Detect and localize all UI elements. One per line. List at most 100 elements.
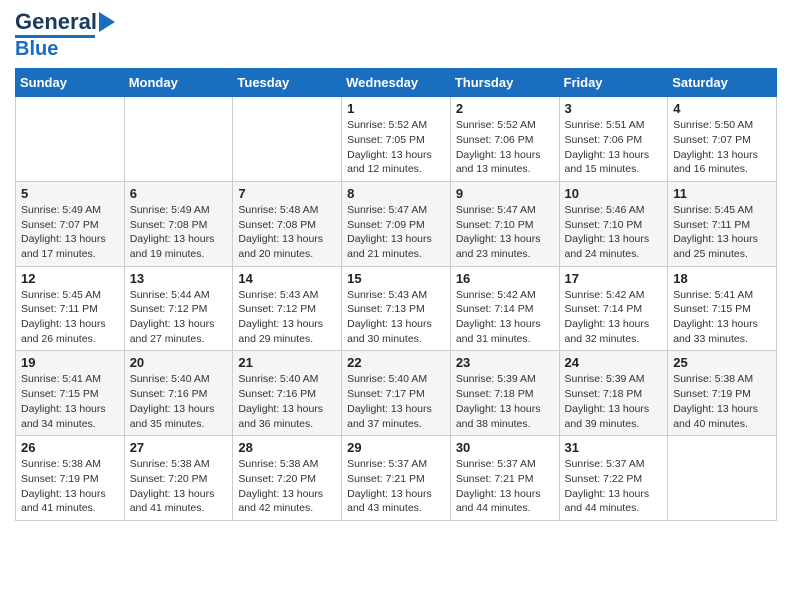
day-number: 14 <box>238 271 336 286</box>
day-info: Sunrise: 5:39 AM Sunset: 7:18 PM Dayligh… <box>456 372 554 431</box>
calendar-cell: 22 Sunrise: 5:40 AM Sunset: 7:17 PM Dayli… <box>342 351 451 436</box>
calendar-cell: 3Sunrise: 5:51 AM Sunset: 7:06 PM Daylig… <box>559 97 668 182</box>
day-number: 22 <box>347 355 445 370</box>
day-number: 6 <box>130 186 228 201</box>
calendar-cell <box>16 97 125 182</box>
day-info: Sunrise: 5:40 AM Sunset: 7:16 PM Dayligh… <box>238 372 336 431</box>
day-info: Sunrise: 5:38 AM Sunset: 7:20 PM Dayligh… <box>130 457 228 516</box>
day-info: Sunrise: 5:38 AM Sunset: 7:19 PM Dayligh… <box>21 457 119 516</box>
day-number: 18 <box>673 271 771 286</box>
day-info: Sunrise: 5:44 AM Sunset: 7:12 PM Dayligh… <box>130 288 228 347</box>
day-info: Sunrise: 5:40 AM Sunset: 7:16 PM Dayligh… <box>130 372 228 431</box>
calendar-cell: 28 Sunrise: 5:38 AM Sunset: 7:20 PM Dayli… <box>233 436 342 521</box>
weekday-header-monday: Monday <box>124 69 233 97</box>
day-info: Sunrise: 5:37 AM Sunset: 7:21 PM Dayligh… <box>347 457 445 516</box>
day-number: 24 <box>565 355 663 370</box>
day-number: 5 <box>21 186 119 201</box>
calendar-cell: 29 Sunrise: 5:37 AM Sunset: 7:21 PM Dayli… <box>342 436 451 521</box>
day-number: 21 <box>238 355 336 370</box>
calendar-cell: 27 Sunrise: 5:38 AM Sunset: 7:20 PM Dayli… <box>124 436 233 521</box>
calendar-cell <box>668 436 777 521</box>
day-number: 16 <box>456 271 554 286</box>
calendar-cell: 18 Sunrise: 5:41 AM Sunset: 7:15 PM Dayli… <box>668 266 777 351</box>
calendar-week-row: 1Sunrise: 5:52 AM Sunset: 7:05 PM Daylig… <box>16 97 777 182</box>
day-number: 4 <box>673 101 771 116</box>
calendar-week-row: 12Sunrise: 5:45 AM Sunset: 7:11 PM Dayli… <box>16 266 777 351</box>
day-number: 11 <box>673 186 771 201</box>
day-number: 3 <box>565 101 663 116</box>
calendar-cell: 23 Sunrise: 5:39 AM Sunset: 7:18 PM Dayli… <box>450 351 559 436</box>
calendar-cell: 15Sunrise: 5:43 AM Sunset: 7:13 PM Dayli… <box>342 266 451 351</box>
day-number: 13 <box>130 271 228 286</box>
day-info: Sunrise: 5:39 AM Sunset: 7:18 PM Dayligh… <box>565 372 663 431</box>
day-info: Sunrise: 5:46 AM Sunset: 7:10 PM Dayligh… <box>565 203 663 262</box>
calendar-week-row: 19 Sunrise: 5:41 AM Sunset: 7:15 PM Dayli… <box>16 351 777 436</box>
calendar-cell: 6 Sunrise: 5:49 AM Sunset: 7:08 PM Daylig… <box>124 181 233 266</box>
calendar-cell: 24 Sunrise: 5:39 AM Sunset: 7:18 PM Dayli… <box>559 351 668 436</box>
day-number: 10 <box>565 186 663 201</box>
day-info: Sunrise: 5:38 AM Sunset: 7:20 PM Dayligh… <box>238 457 336 516</box>
calendar-cell: 16 Sunrise: 5:42 AM Sunset: 7:14 PM Dayli… <box>450 266 559 351</box>
day-info: Sunrise: 5:45 AM Sunset: 7:11 PM Dayligh… <box>673 203 771 262</box>
calendar-cell <box>124 97 233 182</box>
calendar-cell: 5 Sunrise: 5:49 AM Sunset: 7:07 PM Daylig… <box>16 181 125 266</box>
day-number: 28 <box>238 440 336 455</box>
day-info: Sunrise: 5:47 AM Sunset: 7:10 PM Dayligh… <box>456 203 554 262</box>
day-number: 2 <box>456 101 554 116</box>
calendar-cell: 21 Sunrise: 5:40 AM Sunset: 7:16 PM Dayli… <box>233 351 342 436</box>
day-info: Sunrise: 5:37 AM Sunset: 7:21 PM Dayligh… <box>456 457 554 516</box>
day-number: 1 <box>347 101 445 116</box>
day-number: 15 <box>347 271 445 286</box>
logo-text-blue: Blue <box>15 38 58 60</box>
logo-arrow-icon <box>99 12 115 32</box>
day-number: 27 <box>130 440 228 455</box>
day-info: Sunrise: 5:38 AM Sunset: 7:19 PM Dayligh… <box>673 372 771 431</box>
day-number: 29 <box>347 440 445 455</box>
day-number: 25 <box>673 355 771 370</box>
calendar-cell: 7Sunrise: 5:48 AM Sunset: 7:08 PM Daylig… <box>233 181 342 266</box>
day-info: Sunrise: 5:52 AM Sunset: 7:06 PM Dayligh… <box>456 118 554 177</box>
day-number: 23 <box>456 355 554 370</box>
calendar-cell: 2 Sunrise: 5:52 AM Sunset: 7:06 PM Daylig… <box>450 97 559 182</box>
calendar-cell: 8Sunrise: 5:47 AM Sunset: 7:09 PM Daylig… <box>342 181 451 266</box>
calendar-week-row: 5 Sunrise: 5:49 AM Sunset: 7:07 PM Daylig… <box>16 181 777 266</box>
weekday-header-thursday: Thursday <box>450 69 559 97</box>
calendar-cell: 25 Sunrise: 5:38 AM Sunset: 7:19 PM Dayli… <box>668 351 777 436</box>
calendar-table: SundayMondayTuesdayWednesdayThursdayFrid… <box>15 68 777 521</box>
day-info: Sunrise: 5:48 AM Sunset: 7:08 PM Dayligh… <box>238 203 336 262</box>
calendar-cell: 10 Sunrise: 5:46 AM Sunset: 7:10 PM Dayli… <box>559 181 668 266</box>
day-number: 17 <box>565 271 663 286</box>
page-header: General Blue <box>15 10 777 60</box>
day-info: Sunrise: 5:49 AM Sunset: 7:07 PM Dayligh… <box>21 203 119 262</box>
calendar-cell: 12Sunrise: 5:45 AM Sunset: 7:11 PM Dayli… <box>16 266 125 351</box>
day-info: Sunrise: 5:50 AM Sunset: 7:07 PM Dayligh… <box>673 118 771 177</box>
calendar-cell: 19 Sunrise: 5:41 AM Sunset: 7:15 PM Dayli… <box>16 351 125 436</box>
day-number: 19 <box>21 355 119 370</box>
day-number: 20 <box>130 355 228 370</box>
day-info: Sunrise: 5:42 AM Sunset: 7:14 PM Dayligh… <box>565 288 663 347</box>
weekday-header-saturday: Saturday <box>668 69 777 97</box>
day-info: Sunrise: 5:42 AM Sunset: 7:14 PM Dayligh… <box>456 288 554 347</box>
calendar-cell: 4 Sunrise: 5:50 AM Sunset: 7:07 PM Daylig… <box>668 97 777 182</box>
day-number: 9 <box>456 186 554 201</box>
day-number: 31 <box>565 440 663 455</box>
calendar-cell: 17 Sunrise: 5:42 AM Sunset: 7:14 PM Dayli… <box>559 266 668 351</box>
calendar-cell: 26Sunrise: 5:38 AM Sunset: 7:19 PM Dayli… <box>16 436 125 521</box>
day-info: Sunrise: 5:40 AM Sunset: 7:17 PM Dayligh… <box>347 372 445 431</box>
calendar-cell: 13 Sunrise: 5:44 AM Sunset: 7:12 PM Dayli… <box>124 266 233 351</box>
day-info: Sunrise: 5:49 AM Sunset: 7:08 PM Dayligh… <box>130 203 228 262</box>
calendar-week-row: 26Sunrise: 5:38 AM Sunset: 7:19 PM Dayli… <box>16 436 777 521</box>
day-info: Sunrise: 5:41 AM Sunset: 7:15 PM Dayligh… <box>21 372 119 431</box>
calendar-cell: 31 Sunrise: 5:37 AM Sunset: 7:22 PM Dayli… <box>559 436 668 521</box>
calendar-cell: 1Sunrise: 5:52 AM Sunset: 7:05 PM Daylig… <box>342 97 451 182</box>
calendar-cell: 14Sunrise: 5:43 AM Sunset: 7:12 PM Dayli… <box>233 266 342 351</box>
calendar-cell: 20 Sunrise: 5:40 AM Sunset: 7:16 PM Dayli… <box>124 351 233 436</box>
weekday-header-wednesday: Wednesday <box>342 69 451 97</box>
day-number: 12 <box>21 271 119 286</box>
weekday-header-sunday: Sunday <box>16 69 125 97</box>
day-info: Sunrise: 5:37 AM Sunset: 7:22 PM Dayligh… <box>565 457 663 516</box>
day-info: Sunrise: 5:41 AM Sunset: 7:15 PM Dayligh… <box>673 288 771 347</box>
calendar-header-row: SundayMondayTuesdayWednesdayThursdayFrid… <box>16 69 777 97</box>
weekday-header-friday: Friday <box>559 69 668 97</box>
day-number: 8 <box>347 186 445 201</box>
